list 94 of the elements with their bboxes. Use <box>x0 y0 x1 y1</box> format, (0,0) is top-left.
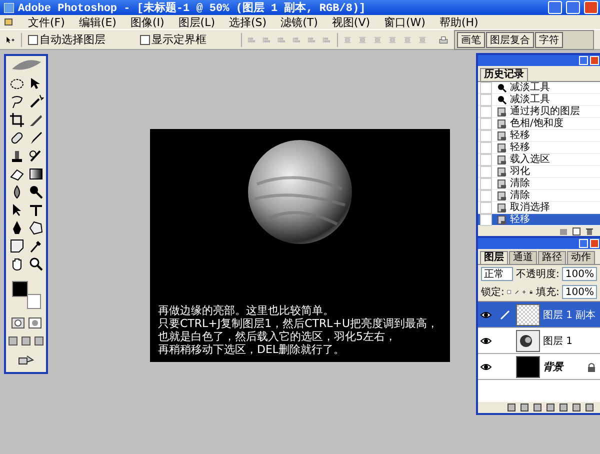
magic-wand-icon[interactable] <box>28 94 44 110</box>
opacity-field[interactable]: 100% <box>562 267 597 281</box>
type-icon[interactable] <box>28 202 44 218</box>
minimize-button[interactable] <box>579 56 588 65</box>
background-color-swatch[interactable] <box>27 294 41 309</box>
checkbox-label: 显示定界框 <box>152 32 207 47</box>
history-item[interactable]: 轻移 <box>478 214 600 226</box>
eye-icon[interactable] <box>480 336 492 346</box>
history-item[interactable]: 轻移 <box>478 142 600 154</box>
document-icon <box>497 142 507 152</box>
dodge-icon <box>497 82 507 92</box>
layer-thumbnail <box>516 356 540 378</box>
fill-label: 填充: <box>536 286 560 299</box>
ellipse-select-icon[interactable] <box>8 76 24 92</box>
screen-mode-icon[interactable] <box>21 335 31 347</box>
panel-tab[interactable]: 图层 <box>480 251 508 264</box>
quick-mask-icon[interactable] <box>28 317 42 329</box>
minimize-button[interactable] <box>548 1 562 14</box>
history-item[interactable]: 减淡工具 <box>478 94 600 106</box>
history-item[interactable]: 清除 <box>478 178 600 190</box>
menu-item[interactable]: 编辑(E) <box>78 14 116 30</box>
eye-icon[interactable] <box>480 310 492 320</box>
opacity-label: 不透明度: <box>516 268 560 281</box>
panel-tab[interactable]: 通道 <box>509 251 537 264</box>
minimize-button[interactable] <box>579 239 588 248</box>
menu-item[interactable]: 滤镜(T) <box>280 14 318 30</box>
panel-tab[interactable]: 动作 <box>567 251 595 264</box>
screen-mode-icon[interactable] <box>34 335 44 347</box>
layer-row[interactable]: 图层 1 <box>478 328 600 354</box>
menu-item[interactable]: 选择(S) <box>229 14 267 30</box>
menu-item[interactable]: 图像(I) <box>130 14 164 30</box>
window-title: Adobe Photoshop - [未标题-1 @ 50% (图层 1 副本, RGB/8)] <box>18 0 367 15</box>
history-brush-icon[interactable] <box>28 148 44 164</box>
document-icon <box>497 106 507 116</box>
document-icon <box>497 214 507 224</box>
layer-name: 图层 1 副本 <box>543 308 597 322</box>
eyedropper-icon[interactable] <box>28 238 44 254</box>
blend-mode-dropdown[interactable]: 正常 <box>481 267 514 281</box>
checkbox[interactable] <box>140 34 150 44</box>
layer-row[interactable]: 图层 1 副本 <box>478 302 600 328</box>
tutorial-caption: 再做边缘的亮部。这里也比较简单。 只要CTRL+J复制图层1，然后CTRL+U把亮度调到最高， 也就是白色了，然后载入它的选区，羽化5左右， 再稍稍移动下选区，DEL删除就行了。 <box>157 304 438 356</box>
eye-icon[interactable] <box>480 362 492 372</box>
menu-item[interactable]: 图层(L) <box>178 14 216 30</box>
checkbox[interactable] <box>28 34 38 44</box>
crop-icon[interactable] <box>8 112 24 128</box>
layer-thumbnail <box>516 330 540 352</box>
layer-name: 图层 1 <box>543 334 574 348</box>
close-button[interactable] <box>584 1 598 14</box>
history-item[interactable]: 色相/饱和度 <box>478 118 600 130</box>
dodge-icon <box>497 94 507 104</box>
screen-mode-icon[interactable] <box>8 335 18 347</box>
history-item[interactable]: 载入选区 <box>478 154 600 166</box>
gradient-icon[interactable] <box>28 166 44 182</box>
close-button[interactable] <box>590 239 599 248</box>
checkbox-label: 自动选择图层 <box>40 32 106 47</box>
new-document-icon[interactable] <box>572 227 581 236</box>
close-button[interactable] <box>590 56 599 65</box>
fill-field[interactable]: 100% <box>562 285 597 299</box>
history-item[interactable]: 羽化 <box>478 166 600 178</box>
document-icon <box>497 166 507 176</box>
menu-item[interactable]: 文件(F) <box>28 14 65 30</box>
palette-tab[interactable]: 画笔 <box>457 32 486 48</box>
standard-mode-icon[interactable] <box>10 317 24 329</box>
document-icon <box>497 190 507 200</box>
magnifier-icon[interactable] <box>28 256 44 272</box>
menu-item[interactable]: 视图(V) <box>332 14 370 30</box>
foreground-color-swatch[interactable] <box>12 281 28 297</box>
history-item[interactable]: 清除 <box>478 190 600 202</box>
lock-label: 锁定: <box>481 286 504 299</box>
dodge-icon[interactable] <box>28 184 44 200</box>
history-item[interactable]: 通过拷贝的图层 <box>478 106 600 118</box>
document-icon <box>497 130 507 140</box>
history-item[interactable]: 轻移 <box>478 130 600 142</box>
document-icon <box>497 178 507 188</box>
note-icon[interactable] <box>8 238 24 254</box>
layer-name: 背景 <box>543 360 565 374</box>
shape-icon[interactable] <box>28 220 44 236</box>
palette-tab[interactable]: 字符 <box>535 32 564 48</box>
document-icon <box>497 118 507 128</box>
document-icon <box>497 154 507 164</box>
jump-to-icon[interactable] <box>18 353 34 365</box>
brush-icon <box>499 310 511 320</box>
history-item[interactable]: 减淡工具 <box>478 82 600 94</box>
menu-item[interactable]: 帮助(H) <box>439 14 478 30</box>
restore-button[interactable] <box>566 1 580 14</box>
panel-tab[interactable]: 路径 <box>538 251 566 264</box>
menu-item[interactable]: 窗口(W) <box>384 14 426 30</box>
palette-tab[interactable]: 图层复合 <box>486 32 534 48</box>
lock-transparency-icon[interactable] <box>507 287 512 297</box>
panel-tab[interactable]: 历史记录 <box>480 68 528 81</box>
layer-row[interactable]: 背景 <box>478 354 600 380</box>
layer-thumbnail <box>516 304 540 326</box>
file-browser-icon[interactable] <box>439 34 448 46</box>
document-icon <box>497 202 507 212</box>
